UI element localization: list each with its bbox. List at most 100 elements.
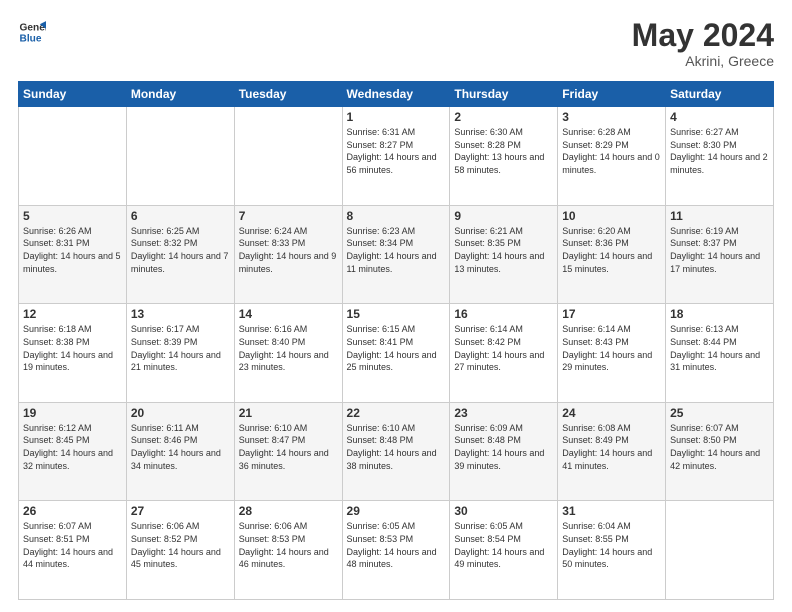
sunset-text: Sunset: 8:50 PM	[670, 434, 769, 447]
sunrise-text: Sunrise: 6:12 AM	[23, 422, 122, 435]
table-row: 13Sunrise: 6:17 AMSunset: 8:39 PMDayligh…	[126, 304, 234, 403]
daylight-text: Daylight: 14 hours and 42 minutes.	[670, 447, 769, 472]
sunrise-text: Sunrise: 6:20 AM	[562, 225, 661, 238]
day-number: 28	[239, 504, 338, 518]
calendar-week-row: 19Sunrise: 6:12 AMSunset: 8:45 PMDayligh…	[19, 402, 774, 501]
sunset-text: Sunset: 8:39 PM	[131, 336, 230, 349]
sunrise-text: Sunrise: 6:31 AM	[347, 126, 446, 139]
sunset-text: Sunset: 8:29 PM	[562, 139, 661, 152]
table-row: 11Sunrise: 6:19 AMSunset: 8:37 PMDayligh…	[666, 205, 774, 304]
table-row: 30Sunrise: 6:05 AMSunset: 8:54 PMDayligh…	[450, 501, 558, 600]
table-row: 18Sunrise: 6:13 AMSunset: 8:44 PMDayligh…	[666, 304, 774, 403]
sunrise-text: Sunrise: 6:27 AM	[670, 126, 769, 139]
calendar-week-row: 26Sunrise: 6:07 AMSunset: 8:51 PMDayligh…	[19, 501, 774, 600]
daylight-text: Daylight: 14 hours and 13 minutes.	[454, 250, 553, 275]
sunset-text: Sunset: 8:28 PM	[454, 139, 553, 152]
daylight-text: Daylight: 14 hours and 39 minutes.	[454, 447, 553, 472]
daylight-text: Daylight: 14 hours and 44 minutes.	[23, 546, 122, 571]
day-number: 23	[454, 406, 553, 420]
sunrise-text: Sunrise: 6:06 AM	[131, 520, 230, 533]
day-number: 15	[347, 307, 446, 321]
day-info: Sunrise: 6:11 AMSunset: 8:46 PMDaylight:…	[131, 422, 230, 472]
table-row	[126, 107, 234, 206]
logo-icon: General Blue	[18, 18, 46, 46]
daylight-text: Daylight: 14 hours and 32 minutes.	[23, 447, 122, 472]
sunrise-text: Sunrise: 6:09 AM	[454, 422, 553, 435]
sunrise-text: Sunrise: 6:07 AM	[670, 422, 769, 435]
table-row: 3 Sunrise: 6:28 AMSunset: 8:29 PMDaylight…	[558, 107, 666, 206]
day-number: 20	[131, 406, 230, 420]
table-row: 24Sunrise: 6:08 AMSunset: 8:49 PMDayligh…	[558, 402, 666, 501]
sunrise-text: Sunrise: 6:30 AM	[454, 126, 553, 139]
day-info: Sunrise: 6:10 AMSunset: 8:48 PMDaylight:…	[347, 422, 446, 472]
day-number: 11	[670, 209, 769, 223]
day-info: Sunrise: 6:27 AMSunset: 8:30 PMDaylight:…	[670, 126, 769, 176]
table-row: 21Sunrise: 6:10 AMSunset: 8:47 PMDayligh…	[234, 402, 342, 501]
day-number: 7	[239, 209, 338, 223]
day-info: Sunrise: 6:21 AMSunset: 8:35 PMDaylight:…	[454, 225, 553, 275]
day-info: Sunrise: 6:18 AMSunset: 8:38 PMDaylight:…	[23, 323, 122, 373]
day-info: Sunrise: 6:31 AMSunset: 8:27 PMDaylight:…	[347, 126, 446, 176]
sunset-text: Sunset: 8:54 PM	[454, 533, 553, 546]
table-row: 25Sunrise: 6:07 AMSunset: 8:50 PMDayligh…	[666, 402, 774, 501]
svg-text:Blue: Blue	[20, 33, 42, 44]
daylight-text: Daylight: 14 hours and 50 minutes.	[562, 546, 661, 571]
daylight-text: Daylight: 14 hours and 34 minutes.	[131, 447, 230, 472]
sunrise-text: Sunrise: 6:15 AM	[347, 323, 446, 336]
daylight-text: Daylight: 14 hours and 0 minutes.	[562, 151, 661, 176]
sunset-text: Sunset: 8:40 PM	[239, 336, 338, 349]
day-number: 4	[670, 110, 769, 124]
table-row	[234, 107, 342, 206]
sunrise-text: Sunrise: 6:14 AM	[454, 323, 553, 336]
title-block: May 2024 Akrini, Greece	[632, 18, 774, 69]
day-info: Sunrise: 6:05 AMSunset: 8:54 PMDaylight:…	[454, 520, 553, 570]
day-number: 3	[562, 110, 661, 124]
sunset-text: Sunset: 8:44 PM	[670, 336, 769, 349]
day-info: Sunrise: 6:14 AMSunset: 8:43 PMDaylight:…	[562, 323, 661, 373]
day-number: 17	[562, 307, 661, 321]
day-info: Sunrise: 6:16 AMSunset: 8:40 PMDaylight:…	[239, 323, 338, 373]
sunrise-text: Sunrise: 6:23 AM	[347, 225, 446, 238]
day-number: 22	[347, 406, 446, 420]
day-number: 5	[23, 209, 122, 223]
col-thursday: Thursday	[450, 82, 558, 107]
sunrise-text: Sunrise: 6:16 AM	[239, 323, 338, 336]
day-info: Sunrise: 6:12 AMSunset: 8:45 PMDaylight:…	[23, 422, 122, 472]
day-number: 16	[454, 307, 553, 321]
sunrise-text: Sunrise: 6:04 AM	[562, 520, 661, 533]
table-row: 28Sunrise: 6:06 AMSunset: 8:53 PMDayligh…	[234, 501, 342, 600]
day-info: Sunrise: 6:06 AMSunset: 8:52 PMDaylight:…	[131, 520, 230, 570]
calendar-header-row: Sunday Monday Tuesday Wednesday Thursday…	[19, 82, 774, 107]
day-info: Sunrise: 6:09 AMSunset: 8:48 PMDaylight:…	[454, 422, 553, 472]
sunrise-text: Sunrise: 6:08 AM	[562, 422, 661, 435]
day-info: Sunrise: 6:10 AMSunset: 8:47 PMDaylight:…	[239, 422, 338, 472]
daylight-text: Daylight: 14 hours and 29 minutes.	[562, 349, 661, 374]
sunrise-text: Sunrise: 6:06 AM	[239, 520, 338, 533]
day-info: Sunrise: 6:04 AMSunset: 8:55 PMDaylight:…	[562, 520, 661, 570]
col-friday: Friday	[558, 82, 666, 107]
month-title: May 2024	[632, 18, 774, 53]
day-number: 9	[454, 209, 553, 223]
col-monday: Monday	[126, 82, 234, 107]
daylight-text: Daylight: 14 hours and 9 minutes.	[239, 250, 338, 275]
sunrise-text: Sunrise: 6:28 AM	[562, 126, 661, 139]
table-row: 17 Sunrise: 6:14 AMSunset: 8:43 PMDayligh…	[558, 304, 666, 403]
col-wednesday: Wednesday	[342, 82, 450, 107]
sunrise-text: Sunrise: 6:18 AM	[23, 323, 122, 336]
page: General Blue May 2024 Akrini, Greece Sun…	[0, 0, 792, 612]
logo: General Blue	[18, 18, 46, 46]
col-tuesday: Tuesday	[234, 82, 342, 107]
sunset-text: Sunset: 8:37 PM	[670, 237, 769, 250]
sunset-text: Sunset: 8:41 PM	[347, 336, 446, 349]
table-row: 29Sunrise: 6:05 AMSunset: 8:53 PMDayligh…	[342, 501, 450, 600]
header: General Blue May 2024 Akrini, Greece	[18, 18, 774, 69]
daylight-text: Daylight: 14 hours and 48 minutes.	[347, 546, 446, 571]
daylight-text: Daylight: 14 hours and 41 minutes.	[562, 447, 661, 472]
col-saturday: Saturday	[666, 82, 774, 107]
table-row: 19Sunrise: 6:12 AMSunset: 8:45 PMDayligh…	[19, 402, 127, 501]
day-info: Sunrise: 6:14 AMSunset: 8:42 PMDaylight:…	[454, 323, 553, 373]
daylight-text: Daylight: 14 hours and 38 minutes.	[347, 447, 446, 472]
sunrise-text: Sunrise: 6:10 AM	[347, 422, 446, 435]
table-row: 2Sunrise: 6:30 AMSunset: 8:28 PMDaylight…	[450, 107, 558, 206]
sunset-text: Sunset: 8:53 PM	[239, 533, 338, 546]
